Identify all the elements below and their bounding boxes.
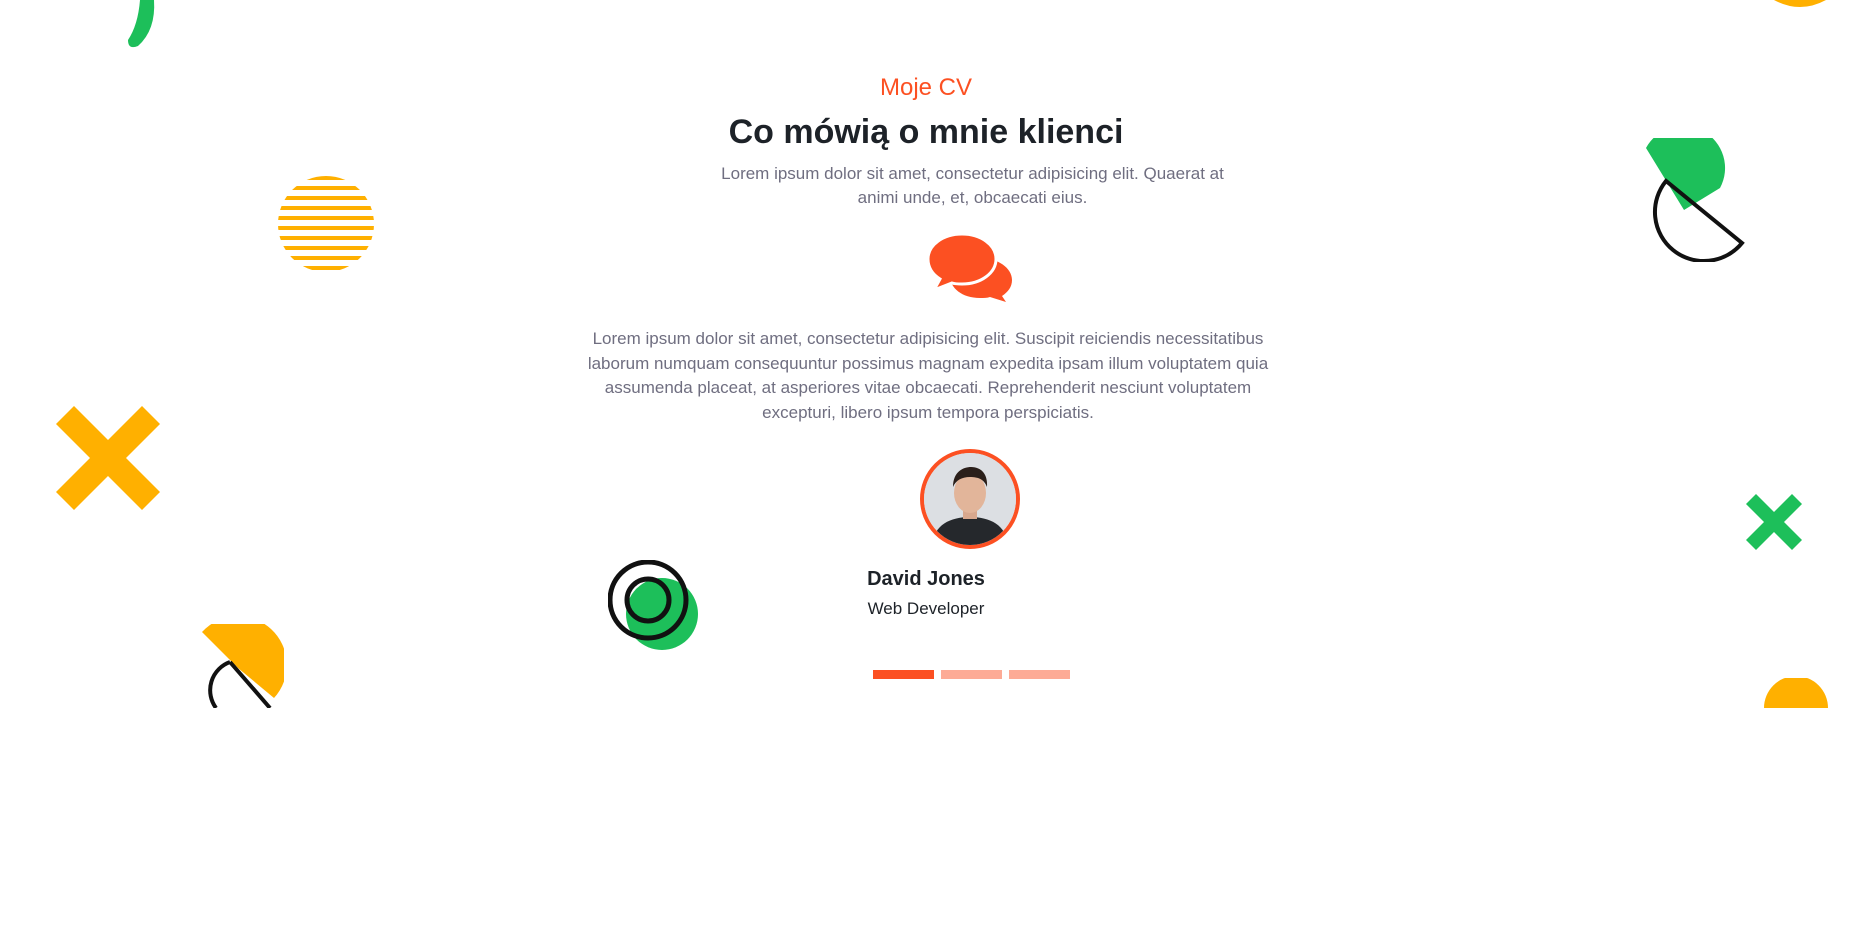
slider-dot-1[interactable] [873,670,934,679]
testimonials-section: Moje CV Co mówią o mnie klienci Lorem ip… [0,0,1852,708]
testimonial-quote: Lorem ipsum dolor sit amet, consectetur … [587,329,1269,422]
striped-globe-shape [278,176,374,270]
green-curve-shape [128,0,155,48]
yellow-cross-shape [56,406,160,510]
comments-icon [928,234,1012,302]
section-lead: Lorem ipsum dolor sit amet, consectetur … [721,164,1224,207]
yellow-outline-half-circle-shape [202,624,284,708]
avatar [920,449,1020,549]
yellow-circle-top-right-shape [1774,0,1826,7]
person-name: David Jones [867,568,985,590]
slider-dot-3[interactable] [1009,670,1070,679]
yellow-half-circle-bottom-right-shape [1764,678,1828,708]
section-eyebrow: Moje CV [879,74,973,101]
slider-dots [873,670,1070,679]
section-title: Co mówią o mnie klienci [728,113,1124,151]
slider-dot-2[interactable] [941,670,1002,679]
person-role: Web Developer [867,599,985,618]
green-outline-half-circle-shape [1646,138,1745,262]
green-cross-shape [1746,494,1802,550]
person-photo-icon [924,453,1016,545]
